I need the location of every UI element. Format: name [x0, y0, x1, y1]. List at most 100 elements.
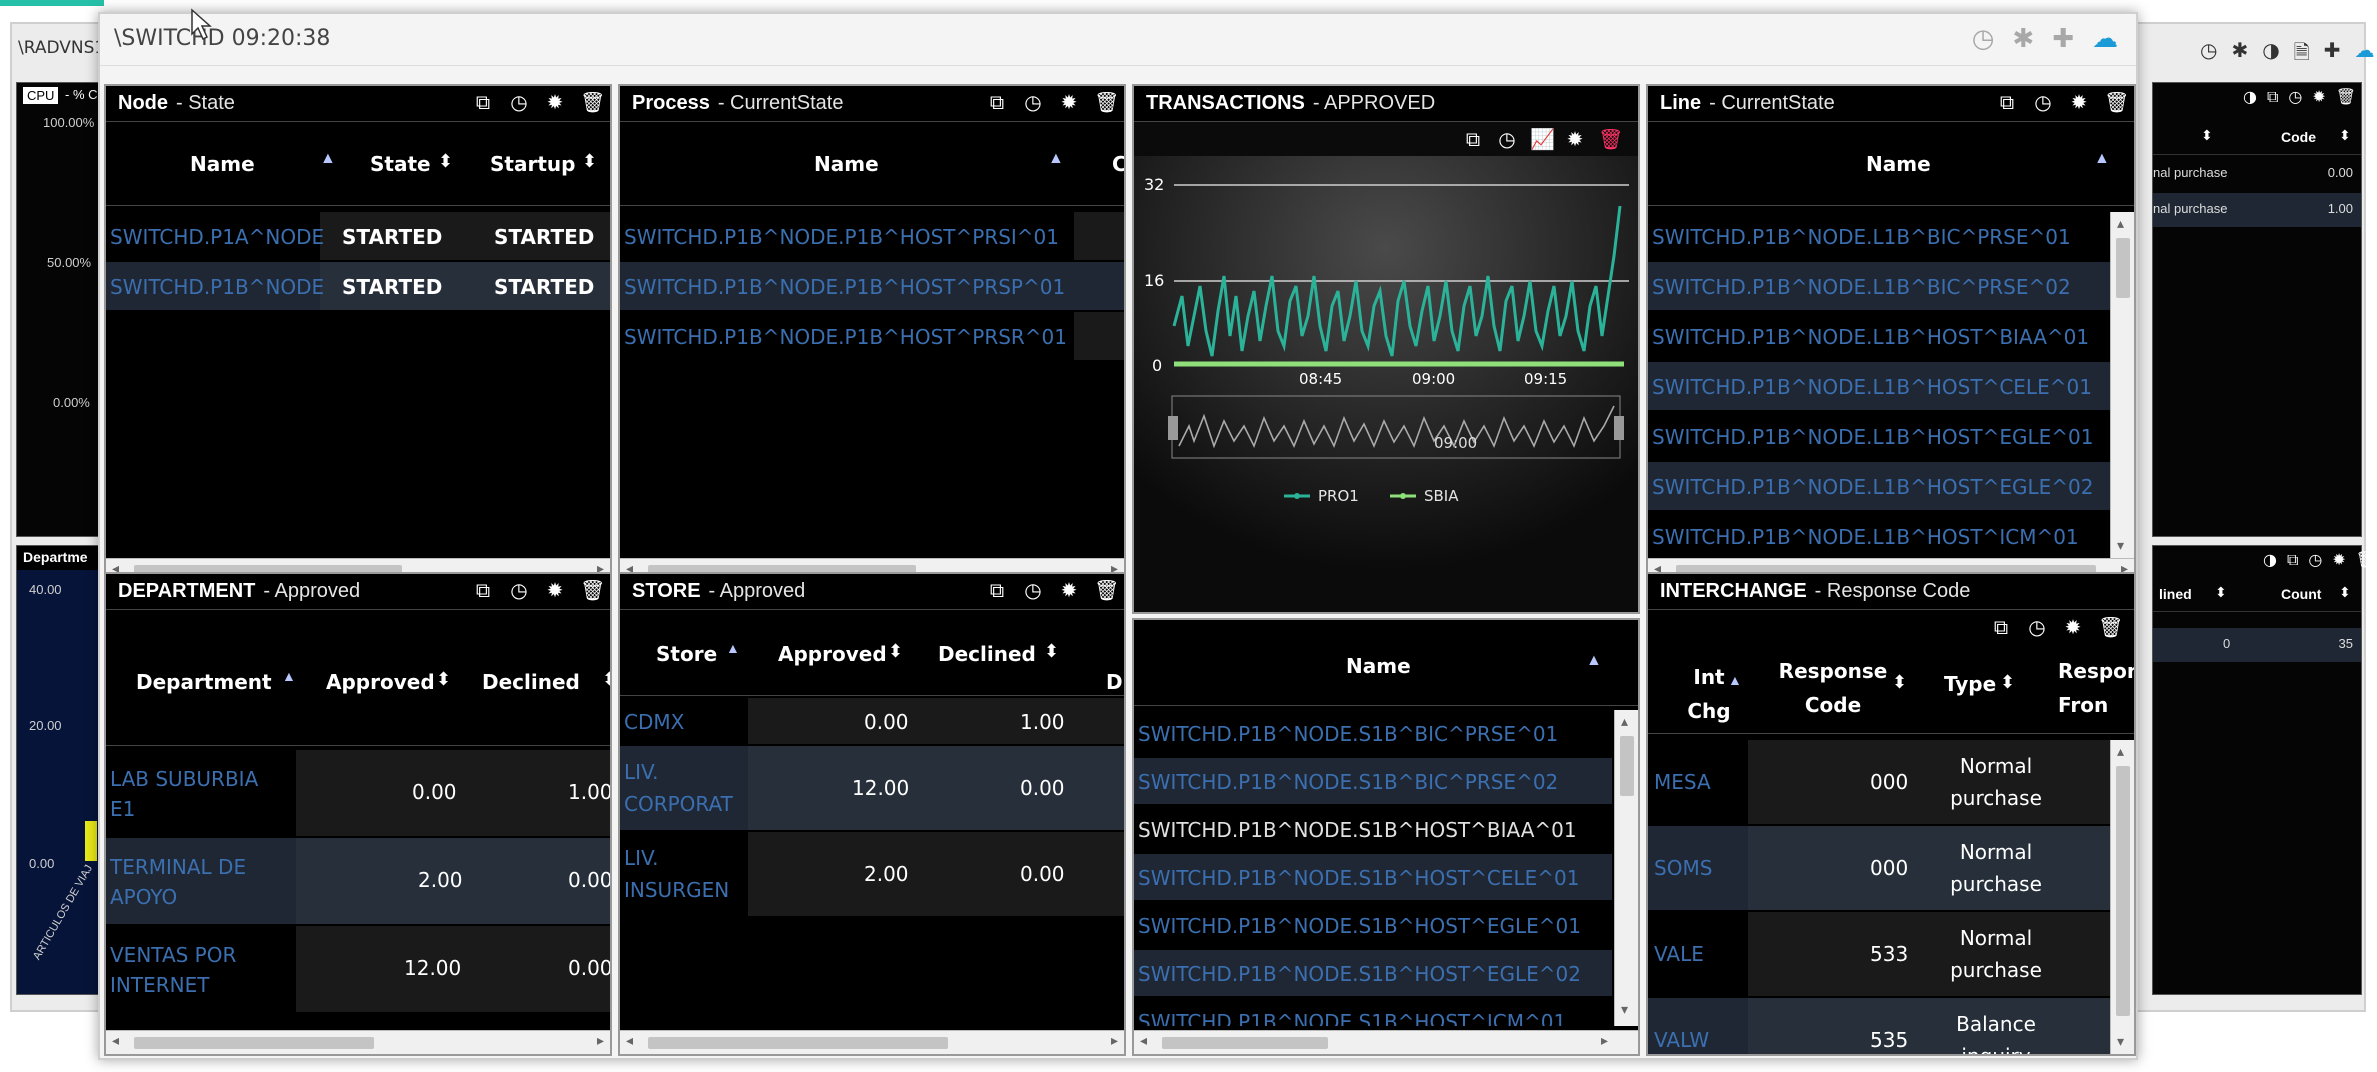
table-row[interactable]: 0 35 [2153, 628, 2361, 662]
plus-icon[interactable]: ✚ [2324, 38, 2341, 72]
clock-icon[interactable]: ◷ [2026, 616, 2048, 638]
gear-icon[interactable]: ✹ [2312, 87, 2325, 107]
scroll-thumb[interactable] [1620, 736, 1634, 796]
sort-icon[interactable]: ⬍ [2201, 128, 2213, 144]
legend-label-sbia[interactable]: SBIA [1424, 487, 1459, 505]
cell-name[interactable]: SWITCHD.P1B^NODE.S1B^BIC^PRSE^02 [1138, 770, 1558, 794]
scroll-down-icon[interactable]: ▾ [2117, 1034, 2124, 1050]
clock-icon[interactable]: ◷ [508, 91, 530, 113]
table-row[interactable]: SWITCHD.P1A^NODE STARTED STARTED [106, 212, 610, 260]
copy-icon[interactable]: ⧉ [986, 91, 1008, 113]
table-row[interactable]: SWITCHD.P1B^NODE.L1B^BIC^PRSE^02 [1648, 262, 2114, 310]
table-row[interactable]: TERMINAL DE APOYO 2.00 0.00 [106, 838, 610, 924]
cell-name[interactable]: SWITCHD.P1B^NODE.L1B^HOST^EGLE^02 [1652, 475, 2093, 499]
table-row[interactable]: VALW 535 Balance inquiry [1648, 998, 2114, 1054]
cell-name[interactable]: SWITCHD.P1B^NODE.P1B^HOST^PRSI^01 [624, 225, 1059, 249]
col-type[interactable]: Type [1944, 672, 1996, 696]
sort-asc-icon[interactable]: ▲ [320, 150, 336, 168]
table-row[interactable]: SWITCHD.P1B^NODE.P1B^HOST^PRSI^01 [620, 212, 1124, 260]
navigator-handle-right[interactable] [1614, 416, 1624, 440]
sort-icon[interactable]: ⬍ [436, 669, 451, 690]
col-state[interactable]: State [370, 152, 431, 176]
table-row[interactable]: SOMS 000 Normal purchase [1648, 826, 2114, 910]
horizontal-scrollbar[interactable]: ◂ ▸ [620, 1030, 1124, 1054]
table-row[interactable]: VALE 533 Normal purchase [1648, 912, 2114, 996]
cell-name[interactable]: SWITCHD.P1B^NODE.S1B^BIC^PRSE^01 [1138, 722, 1558, 746]
trash-icon[interactable]: 🗑 [2098, 616, 2123, 638]
table-row[interactable]: SWITCHD.P1B^NODE STARTED STARTED [106, 262, 610, 310]
col-declined[interactable]: lined [2159, 586, 2192, 602]
col-response-code[interactable]: Response Code [1778, 654, 1888, 722]
col-extra[interactable]: D [1106, 670, 1123, 694]
copy-icon[interactable]: ⧉ [1990, 616, 2012, 638]
scroll-thumb[interactable] [1162, 1037, 1328, 1049]
col-approved[interactable]: Approved [326, 670, 435, 694]
cell-name[interactable]: SWITCHD.P1B^NODE.L1B^HOST^BIAA^01 [1652, 325, 2089, 349]
cell-int-chg[interactable]: VALE [1654, 942, 1704, 966]
clock-icon[interactable]: ◷ [1496, 128, 1518, 150]
scroll-right-icon[interactable]: ▸ [1601, 1033, 1608, 1049]
scroll-left-icon[interactable]: ◂ [1140, 1033, 1147, 1049]
clock-icon[interactable]: ◷ [508, 579, 530, 601]
cell-name[interactable]: SWITCHD.P1B^NODE.L1B^HOST^EGLE^01 [1652, 425, 2093, 449]
table-row[interactable]: LIV. INSURGEN 2.00 0.00 [620, 832, 1124, 916]
scroll-right-icon[interactable]: ▸ [597, 1033, 604, 1049]
scroll-right-icon[interactable]: ▸ [1111, 1033, 1118, 1049]
cpu-tab[interactable]: CPU [23, 87, 59, 104]
table-row[interactable]: SWITCHD.P1B^NODE.L1B^HOST^EGLE^02 [1648, 462, 2114, 510]
cell-int-chg[interactable]: SOMS [1654, 856, 1712, 880]
cell-name[interactable]: SWITCHD.P1B^NODE.L1B^BIC^PRSE^02 [1652, 275, 2071, 299]
table-row[interactable]: SWITCHD.P1B^NODE.S1B^HOST^ICM^01 [1134, 998, 1612, 1026]
col-name[interactable]: Name [1346, 654, 1411, 678]
vertical-scrollbar[interactable]: ▴ ▾ [2110, 740, 2134, 1054]
navigator-handle-left[interactable] [1168, 416, 1178, 440]
document-icon[interactable]: 🗎 [2294, 38, 2310, 72]
copy-icon[interactable]: ⧉ [986, 579, 1008, 601]
table-row[interactable]: SWITCHD.P1B^NODE.S1B^HOST^CELE^01 [1134, 854, 1612, 900]
clock-icon[interactable]: ◷ [2032, 91, 2054, 113]
sort-asc-icon[interactable]: ▲ [1586, 652, 1602, 670]
col-startup[interactable]: Startup [490, 152, 575, 176]
scroll-down-icon[interactable]: ▾ [2117, 538, 2124, 554]
sort-asc-icon[interactable]: ▲ [726, 640, 740, 656]
copy-icon[interactable]: ⧉ [1996, 91, 2018, 113]
table-row[interactable]: SWITCHD.P1B^NODE.P1B^HOST^PRSR^01 [620, 312, 1124, 360]
cell-name[interactable]: SWITCHD.P1B^NODE.S1B^HOST^EGLE^01 [1138, 914, 1581, 938]
scroll-thumb[interactable] [648, 1037, 948, 1049]
trash-icon[interactable]: 🗑 [580, 579, 605, 601]
cell-name[interactable]: SWITCHD.P1B^NODE [110, 275, 324, 299]
contrast-icon[interactable]: ◑ [2262, 38, 2279, 72]
gear-icon[interactable]: ✹ [1058, 579, 1080, 601]
sort-icon[interactable]: ⬍ [1044, 641, 1059, 662]
cell-name[interactable]: SWITCHD.P1B^NODE.S1B^HOST^BIAA^01 [1138, 818, 1577, 842]
sort-icon[interactable]: ⬍ [1892, 672, 1907, 693]
trash-icon[interactable]: 🗑 [1094, 579, 1119, 601]
copy-icon[interactable]: ⧉ [2267, 87, 2278, 107]
cell-name[interactable]: SWITCHD.P1B^NODE.S1B^HOST^ICM^01 [1138, 1010, 1566, 1026]
trash-icon[interactable]: 🗑 [2336, 87, 2356, 107]
gear-icon[interactable]: ✹ [544, 91, 566, 113]
scroll-up-icon[interactable]: ▴ [2117, 744, 2124, 760]
gear-icon[interactable]: ✹ [2068, 91, 2090, 113]
table-row[interactable]: LAB SUBURBIA E1 0.00 1.00 [106, 750, 610, 836]
asterisk-icon[interactable]: ✱ [2012, 24, 2034, 54]
col-store[interactable]: Store [656, 642, 717, 666]
gear-icon[interactable]: ✹ [1058, 91, 1080, 113]
horizontal-scrollbar[interactable]: ◂ ▸ [1134, 1030, 1638, 1054]
scroll-left-icon[interactable]: ◂ [626, 1033, 633, 1049]
scroll-up-icon[interactable]: ▴ [1621, 714, 1628, 730]
cell-name[interactable]: SWITCHD.P1B^NODE.S1B^HOST^CELE^01 [1138, 866, 1579, 890]
cell-name[interactable]: SWITCHD.P1B^NODE.L1B^BIC^PRSE^01 [1652, 225, 2071, 249]
table-row[interactable]: SWITCHD.P1B^NODE.L1B^BIC^PRSE^01 [1648, 212, 2114, 260]
table-row[interactable]: SWITCHD.P1B^NODE.S1B^HOST^EGLE^02 [1134, 950, 1612, 996]
scroll-up-icon[interactable]: ▴ [2117, 216, 2124, 232]
gear-icon[interactable]: ✹ [1564, 128, 1586, 150]
sort-asc-icon[interactable]: ▲ [2094, 150, 2110, 168]
col-name[interactable]: Name [190, 152, 255, 176]
col-name[interactable]: Name [1866, 152, 1931, 176]
col-response-from[interactable]: Respons Fron [2058, 654, 2134, 722]
sort-asc-icon[interactable]: ▲ [1728, 672, 1742, 688]
copy-icon[interactable]: ⧉ [1462, 128, 1484, 150]
trash-icon[interactable]: 🗑 [2104, 91, 2129, 113]
cell-name[interactable]: SWITCHD.P1A^NODE [110, 225, 324, 249]
